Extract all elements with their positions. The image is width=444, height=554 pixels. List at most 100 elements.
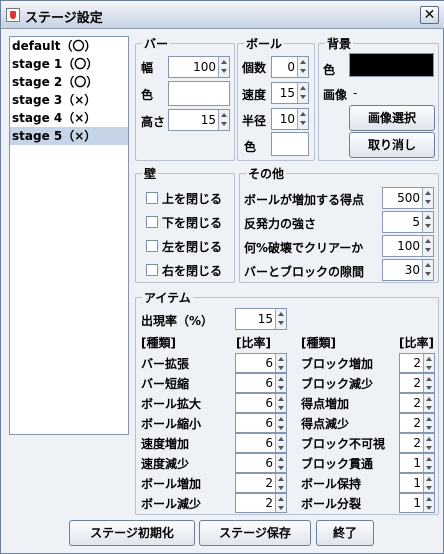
item-ratio-spinner[interactable]: 2 — [399, 393, 435, 413]
wall-legend: 壁 — [144, 167, 157, 181]
item-ratio-spinner[interactable]: 2 — [235, 473, 287, 493]
appearance-rate-value: 15 — [257, 312, 273, 326]
spinner-arrows-icon[interactable] — [423, 354, 434, 372]
item-ratio-spinner[interactable]: 2 — [399, 413, 435, 433]
spinner-arrows-icon[interactable] — [422, 188, 433, 208]
close-right-label: 右を閉じる — [162, 264, 223, 278]
close-top-checkbox[interactable] — [146, 192, 158, 204]
background-color-box[interactable] — [349, 53, 434, 77]
close-bottom-label: 下を閉じる — [162, 216, 223, 230]
stage-init-button[interactable]: ステージ初期化 — [69, 520, 195, 546]
item-type-label: ブロック不可視 — [301, 437, 386, 451]
spinner-arrows-icon[interactable] — [423, 454, 434, 472]
item-ratio-spinner-value: 2 — [413, 436, 421, 450]
item-type-label: ブロック減少 — [301, 377, 374, 391]
item-ratio-spinner[interactable]: 6 — [235, 373, 287, 393]
spinner-arrows-icon[interactable] — [218, 110, 229, 130]
close-left-label: 左を閉じる — [162, 240, 223, 254]
image-cancel-button[interactable]: 取り消し — [349, 132, 435, 158]
ball-legend: ボール — [246, 37, 283, 51]
bar-height-label: 高さ — [141, 115, 166, 129]
list-item[interactable]: default（〇） — [10, 37, 128, 55]
spinner-arrows-icon[interactable] — [275, 374, 286, 392]
item-ratio-spinner[interactable]: 1 — [399, 453, 435, 473]
bar-block-gap-spinner[interactable]: 30 — [382, 259, 434, 281]
stage-list[interactable]: default（〇） stage 1（〇） stage 2（〇） stage 3… — [9, 36, 129, 435]
close-bottom-checkbox[interactable] — [146, 216, 158, 228]
item-ratio-spinner[interactable]: 6 — [235, 393, 287, 413]
spinner-arrows-icon[interactable] — [275, 354, 286, 372]
stage-save-button[interactable]: ステージ保存 — [199, 520, 311, 546]
ball-count-spinner[interactable]: 0 — [271, 56, 309, 78]
item-ratio-spinner[interactable]: 1 — [399, 473, 435, 493]
item-ratio-spinner[interactable]: 2 — [399, 373, 435, 393]
item-ratio-spinner-value: 2 — [265, 476, 273, 490]
list-item[interactable]: stage 3（×） — [10, 91, 128, 109]
bar-width-value: 100 — [193, 60, 216, 74]
spinner-arrows-icon[interactable] — [423, 434, 434, 452]
spinner-arrows-icon[interactable] — [297, 109, 308, 129]
spinner-arrows-icon[interactable] — [275, 414, 286, 432]
list-item-selected[interactable]: stage 5（×） — [10, 127, 128, 145]
ball-radius-value: 10 — [279, 112, 295, 126]
item-ratio-spinner[interactable]: 6 — [235, 353, 287, 373]
item-ratio-spinner-value: 6 — [265, 436, 273, 450]
item-ratio-spinner-value: 6 — [265, 396, 273, 410]
bar-block-gap-label: バーとブロックの隙間 — [244, 265, 365, 279]
spinner-arrows-icon[interactable] — [275, 494, 286, 512]
item-ratio-spinner-value: 1 — [413, 476, 421, 490]
list-item[interactable]: stage 2（〇） — [10, 73, 128, 91]
list-item[interactable]: stage 1（〇） — [10, 55, 128, 73]
spinner-arrows-icon[interactable] — [423, 414, 434, 432]
bar-width-label: 幅 — [141, 61, 154, 75]
spinner-arrows-icon[interactable] — [275, 434, 286, 452]
list-item[interactable]: stage 4（×） — [10, 109, 128, 127]
close-right-checkbox[interactable] — [146, 264, 158, 276]
spinner-arrows-icon[interactable] — [297, 57, 308, 77]
item-type-label: ボール減少 — [141, 497, 202, 511]
item-ratio-spinner[interactable]: 2 — [399, 353, 435, 373]
bar-width-spinner[interactable]: 100 — [168, 56, 230, 78]
ball-speed-spinner[interactable]: 15 — [271, 82, 309, 104]
image-select-button[interactable]: 画像選択 — [349, 105, 435, 131]
bar-height-spinner[interactable]: 15 — [168, 109, 230, 131]
item-ratio-spinner[interactable]: 2 — [235, 493, 287, 513]
spinner-arrows-icon[interactable] — [422, 236, 433, 256]
appearance-rate-spinner[interactable]: 15 — [235, 308, 287, 330]
item-type-label: ボール分裂 — [301, 497, 362, 511]
spinner-arrows-icon[interactable] — [275, 309, 286, 329]
exit-button[interactable]: 終了 — [316, 520, 374, 546]
ball-radius-spinner[interactable]: 10 — [271, 108, 309, 130]
item-ratio-spinner[interactable]: 6 — [235, 433, 287, 453]
item-ratio-spinner[interactable]: 6 — [235, 413, 287, 433]
item-ratio-spinner[interactable]: 6 — [235, 453, 287, 473]
item-type-label: 得点増加 — [301, 397, 350, 411]
close-left-checkbox[interactable] — [146, 240, 158, 252]
close-icon[interactable]: ✕ — [420, 6, 439, 24]
spinner-arrows-icon[interactable] — [218, 57, 229, 77]
spinner-arrows-icon[interactable] — [423, 474, 434, 492]
ball-increase-score-spinner[interactable]: 500 — [382, 187, 434, 209]
clear-percent-spinner[interactable]: 100 — [382, 235, 434, 257]
bar-color-box[interactable] — [168, 81, 230, 106]
item-type-label: 得点減少 — [301, 417, 350, 431]
rebound-strength-spinner[interactable]: 5 — [382, 211, 434, 233]
other-legend: その他 — [248, 167, 285, 181]
spinner-arrows-icon[interactable] — [423, 494, 434, 512]
item-ratio-spinner[interactable]: 1 — [399, 493, 435, 513]
item-type-label: ボール縮小 — [141, 417, 202, 431]
item-ratio-spinner[interactable]: 2 — [399, 433, 435, 453]
clear-percent-label: 何%破壊でクリアーか — [244, 241, 364, 255]
spinner-arrows-icon[interactable] — [423, 394, 434, 412]
ball-color-box[interactable] — [271, 132, 309, 156]
item-type-label: ブロック貫通 — [301, 457, 374, 471]
spinner-arrows-icon[interactable] — [275, 454, 286, 472]
spinner-arrows-icon[interactable] — [297, 83, 308, 103]
spinner-arrows-icon[interactable] — [422, 212, 433, 232]
background-color-label: 色 — [323, 63, 336, 77]
item-type-label: バー短縮 — [141, 377, 190, 391]
spinner-arrows-icon[interactable] — [275, 394, 286, 412]
spinner-arrows-icon[interactable] — [275, 474, 286, 492]
spinner-arrows-icon[interactable] — [423, 374, 434, 392]
spinner-arrows-icon[interactable] — [422, 260, 433, 280]
